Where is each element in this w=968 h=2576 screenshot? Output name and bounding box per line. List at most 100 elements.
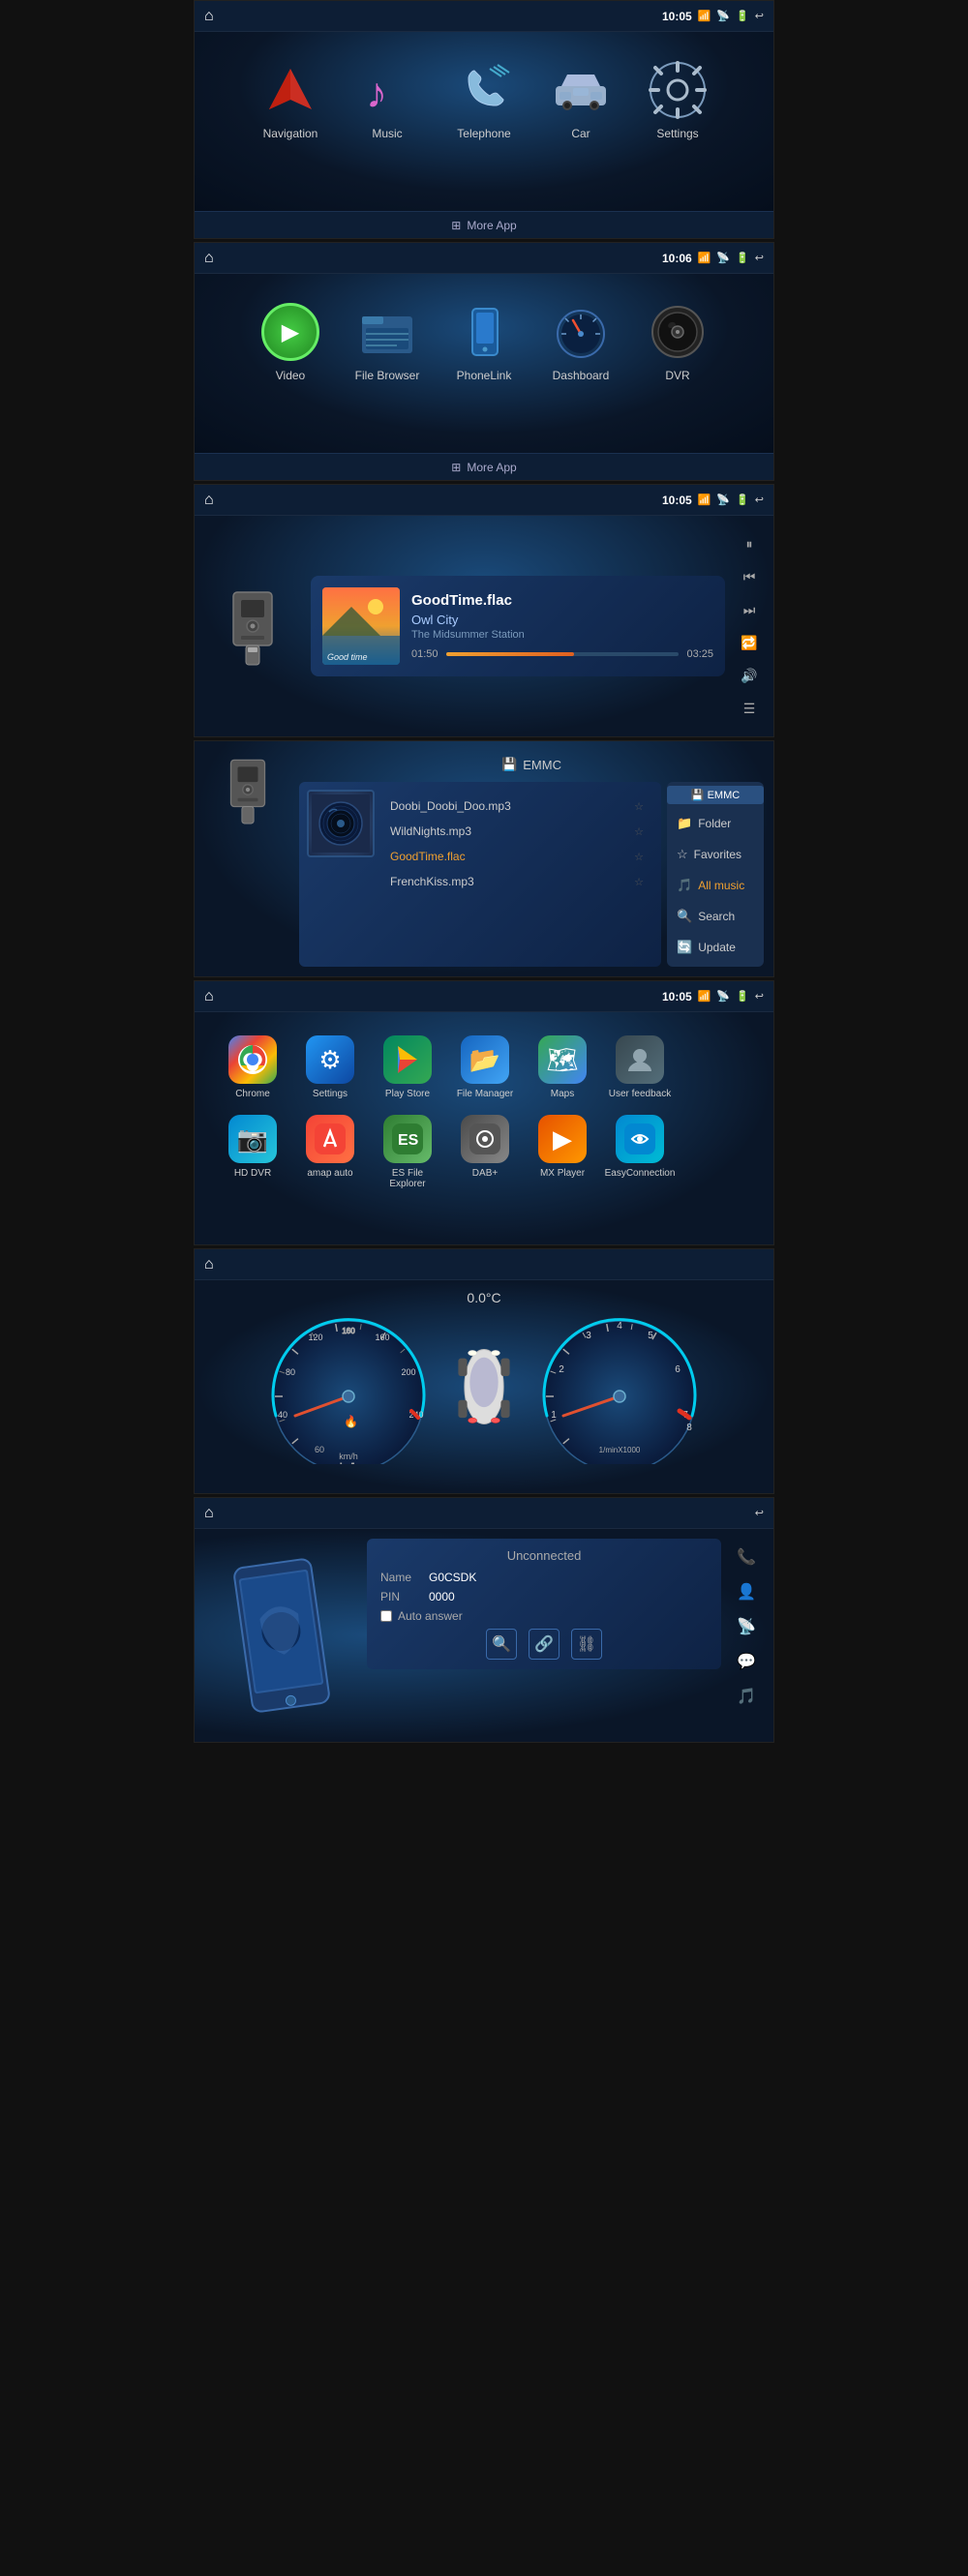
back-icon-1[interactable]: ↩	[755, 10, 764, 22]
home-icon-7[interactable]: ⌂	[204, 1505, 214, 1522]
more-app-bar-1[interactable]: ⊞ More App	[195, 211, 773, 238]
auto-answer-row: Auto answer	[380, 1609, 708, 1623]
launcher-mxplayer[interactable]: ▶ MX Player	[524, 1107, 601, 1197]
contacts-btn[interactable]: 👤	[732, 1577, 761, 1606]
playstore-icon	[383, 1035, 432, 1084]
more-app-bar-2[interactable]: ⊞ More App	[195, 453, 773, 480]
esfile-label: ES File Explorer	[373, 1168, 442, 1189]
player-info: GoodTime.flac Owl City The Midsummer Sta…	[411, 592, 713, 660]
messages-btn[interactable]: 💬	[732, 1647, 761, 1676]
progress-bar[interactable]	[446, 652, 680, 656]
phonelink-icon-container	[453, 301, 515, 363]
chrome-icon	[228, 1035, 277, 1084]
launcher-maps[interactable]: 🗺 Maps	[524, 1028, 601, 1107]
back-icon-2[interactable]: ↩	[755, 252, 764, 264]
chrome-svg	[237, 1044, 268, 1075]
launcher-esfile[interactable]: ES ES File Explorer	[369, 1107, 446, 1197]
back-icon-7[interactable]: ↩	[755, 1507, 764, 1519]
sidebar-favorites[interactable]: ☆ Favorites	[667, 839, 764, 870]
easyconn-label: EasyConnection	[605, 1168, 676, 1179]
music-label: Music	[372, 127, 402, 140]
screen-panel-home2: ⌂ 10:06 📶 📡 🔋 ↩ ▶ Video	[194, 242, 774, 481]
launcher-userfeedback[interactable]: User feedback	[601, 1028, 679, 1107]
track-item-2[interactable]: GoodTime.flac ☆	[380, 844, 653, 869]
next-button[interactable]: ⏭	[737, 597, 762, 622]
launcher-amap[interactable]: amap auto	[291, 1107, 369, 1197]
svg-text:♪: ♪	[366, 70, 387, 117]
track-title-0: Doobi_Doobi_Doo.mp3	[390, 799, 628, 813]
app-item-dashboard[interactable]: Dashboard	[532, 293, 629, 390]
sidebar-folder[interactable]: 📁 Folder	[667, 808, 764, 839]
launcher-playstore[interactable]: Play Store	[369, 1028, 446, 1107]
auto-answer-label: Auto answer	[398, 1609, 463, 1623]
music-side-btn[interactable]: 🎵	[732, 1682, 761, 1711]
launcher-hddvr[interactable]: 📷 HD DVR	[214, 1107, 291, 1197]
app-item-telephone[interactable]: Telephone	[436, 51, 532, 148]
back-icon-5[interactable]: ↩	[755, 990, 764, 1003]
launcher-chrome[interactable]: Chrome	[214, 1028, 291, 1107]
track-item-0[interactable]: Doobi_Doobi_Doo.mp3 ☆	[380, 794, 653, 819]
sidebar-search[interactable]: 🔍 Search	[667, 901, 764, 932]
home-icon-5[interactable]: ⌂	[204, 988, 214, 1005]
sidebar-allmusic[interactable]: 🎵 All music	[667, 870, 764, 901]
phonelink-sidebar: 📞 👤 📡 💬 🎵	[729, 1539, 764, 1732]
app-item-music[interactable]: ♪ Music	[339, 51, 436, 148]
mxplayer-label: MX Player	[540, 1168, 585, 1179]
auto-answer-checkbox[interactable]	[380, 1610, 392, 1622]
folder-label: Folder	[698, 817, 731, 830]
app-item-phonelink[interactable]: PhoneLink	[436, 293, 532, 390]
repeat-button[interactable]: 🔁	[737, 630, 762, 655]
dash-temp: 0.0°C	[467, 1290, 500, 1305]
launcher-dab[interactable]: DAB+	[446, 1107, 524, 1197]
list-button[interactable]: ☰	[737, 696, 762, 721]
app-item-dvr[interactable]: DVR	[629, 293, 726, 390]
app-item-settings[interactable]: Settings	[629, 51, 726, 148]
launcher-easyconn[interactable]: EasyConnection	[601, 1107, 679, 1197]
dvr-icon	[649, 303, 707, 361]
time-total: 03:25	[686, 648, 713, 660]
phonelink-card: Unconnected Name G0CSDK PIN 0000 Auto an…	[367, 1539, 721, 1669]
amap-svg	[315, 1123, 346, 1154]
search-action-btn[interactable]: 🔍	[486, 1629, 517, 1660]
volume-button[interactable]: 🔊	[737, 663, 762, 688]
app-item-video[interactable]: ▶ Video	[242, 293, 339, 390]
usb-device-svg	[214, 583, 291, 670]
pin-value: 0000	[429, 1590, 455, 1603]
svg-text:6: 6	[675, 1364, 681, 1375]
launcher-settings[interactable]: ⚙ Settings	[291, 1028, 369, 1107]
car-icon	[550, 65, 612, 115]
emmc-badge: 💾 EMMC	[667, 786, 764, 804]
home-icon-3[interactable]: ⌂	[204, 492, 214, 509]
filebrowser-label: File Browser	[355, 369, 420, 382]
pause-button[interactable]: ⏸	[737, 531, 762, 556]
update-icon: 🔄	[677, 940, 692, 955]
back-icon-3[interactable]: ↩	[755, 494, 764, 506]
home-icon-6[interactable]: ⌂	[204, 1256, 214, 1273]
multilink-action-btn[interactable]: ⛓	[571, 1629, 602, 1660]
app-item-navigation[interactable]: Navigation	[242, 51, 339, 148]
wifi-icon-5: 📶	[698, 990, 711, 1003]
battery-icon-3: 🔋	[736, 494, 749, 506]
svg-text:80: 80	[286, 1367, 295, 1377]
car-label: Car	[571, 127, 590, 140]
app-item-car[interactable]: Car	[532, 51, 629, 148]
artist-name: Owl City	[411, 613, 713, 627]
status-bar-2: ⌂ 10:06 📶 📡 🔋 ↩	[195, 243, 773, 274]
status-bar-1: ⌂ 10:05 📶 📡 🔋 ↩	[195, 1, 773, 32]
link-action-btn[interactable]: 🔗	[529, 1629, 560, 1660]
launcher-filemanager[interactable]: 📂 File Manager	[446, 1028, 524, 1107]
bluetooth-btn[interactable]: 📡	[732, 1612, 761, 1641]
app-grid-home2: ▶ Video	[204, 293, 764, 390]
dab-svg	[469, 1123, 500, 1154]
track-item-3[interactable]: FrenchKiss.mp3 ☆	[380, 869, 653, 894]
phone-call-btn[interactable]: 📞	[732, 1543, 761, 1572]
home-icon-1[interactable]: ⌂	[204, 8, 214, 25]
home-icon-2[interactable]: ⌂	[204, 250, 214, 267]
more-app-label-2: More App	[467, 461, 516, 474]
prev-button[interactable]: ⏮	[737, 564, 762, 589]
sidebar-update[interactable]: 🔄 Update	[667, 932, 764, 963]
track-item-1[interactable]: WildNights.mp3 ☆	[380, 819, 653, 844]
music-lib-sidebar: 💾 EMMC 📁 Folder ☆ Favorites 🎵	[667, 782, 764, 967]
app-item-filebrowser[interactable]: File Browser	[339, 293, 436, 390]
dab-icon	[461, 1115, 509, 1163]
